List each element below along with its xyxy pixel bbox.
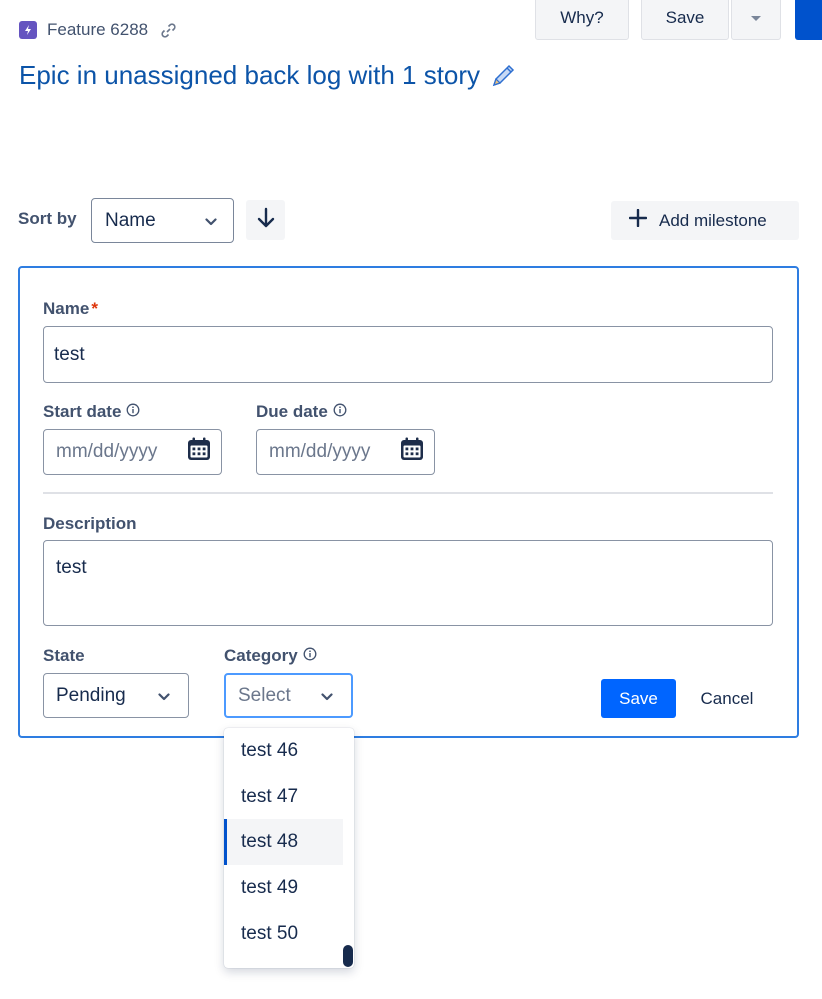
save-milestone-button[interactable]: Save: [601, 679, 676, 718]
chevron-down-icon: [205, 210, 217, 232]
sort-by-label: Sort by: [18, 209, 77, 228]
start-date-label-text: Start date: [43, 402, 122, 421]
plus-icon: [628, 208, 648, 232]
name-field-value: test: [54, 343, 85, 365]
description-label: Description: [43, 514, 137, 533]
due-date-field[interactable]: mm/dd/yyyy: [256, 429, 435, 475]
start-date-label: Start date: [43, 402, 140, 422]
name-label: Name *: [43, 299, 98, 319]
category-option[interactable]: test 47: [224, 774, 343, 820]
page-title: Epic in unassigned back log with 1 story: [19, 60, 516, 91]
description-field[interactable]: test: [43, 540, 773, 626]
save-top-button[interactable]: Save: [641, 0, 729, 40]
category-dropdown-menu[interactable]: test 46 test 47 test 48 test 49 test 50: [224, 728, 354, 968]
sort-direction-button[interactable]: [246, 200, 285, 240]
info-icon[interactable]: [126, 402, 140, 422]
dropdown-scrollbar[interactable]: [343, 945, 353, 967]
category-select[interactable]: Select: [224, 673, 353, 718]
start-date-field[interactable]: mm/dd/yyyy: [43, 429, 222, 475]
category-option[interactable]: test 46: [224, 728, 343, 774]
required-marker: *: [91, 299, 98, 318]
caret-down-icon: [750, 8, 762, 28]
add-milestone-label: Add milestone: [659, 210, 767, 230]
breadcrumb: Feature 6288: [19, 20, 177, 40]
add-milestone-button[interactable]: Add milestone: [611, 201, 799, 240]
calendar-icon[interactable]: [399, 436, 425, 468]
chevron-down-icon: [158, 685, 170, 707]
start-date-placeholder: mm/dd/yyyy: [56, 441, 158, 462]
category-label-text: Category: [224, 646, 298, 665]
name-field[interactable]: test: [43, 326, 773, 383]
state-label: State: [43, 646, 85, 665]
arrow-down-icon: [256, 207, 276, 234]
feature-type-icon: [19, 21, 37, 39]
due-date-label: Due date: [256, 402, 347, 422]
info-icon[interactable]: [303, 646, 317, 666]
sort-select-value: Name: [105, 209, 156, 231]
category-option[interactable]: test 50: [224, 911, 343, 957]
state-select[interactable]: Pending: [43, 673, 189, 718]
more-options-button[interactable]: [731, 0, 781, 40]
category-label: Category: [224, 646, 317, 666]
category-option[interactable]: test 49: [224, 865, 343, 911]
chevron-down-icon: [321, 685, 333, 707]
link-icon[interactable]: [160, 22, 177, 39]
due-date-placeholder: mm/dd/yyyy: [269, 441, 371, 462]
pencil-icon[interactable]: [490, 63, 516, 89]
name-label-text: Name: [43, 299, 90, 318]
category-select-placeholder: Select: [238, 684, 291, 706]
sort-select[interactable]: Name: [91, 198, 234, 243]
description-value: test: [56, 557, 87, 578]
cancel-button[interactable]: Cancel: [686, 679, 768, 718]
due-date-label-text: Due date: [256, 402, 328, 421]
calendar-icon[interactable]: [186, 436, 212, 468]
primary-action-button[interactable]: [795, 0, 822, 40]
why-button[interactable]: Why?: [535, 0, 629, 40]
category-option-highlighted[interactable]: test 48: [224, 819, 343, 865]
feature-key-link[interactable]: Feature 6288: [47, 20, 148, 40]
page-title-text[interactable]: Epic in unassigned back log with 1 story: [19, 60, 480, 91]
info-icon[interactable]: [333, 402, 347, 422]
form-divider: [43, 492, 773, 494]
state-select-value: Pending: [56, 684, 126, 706]
